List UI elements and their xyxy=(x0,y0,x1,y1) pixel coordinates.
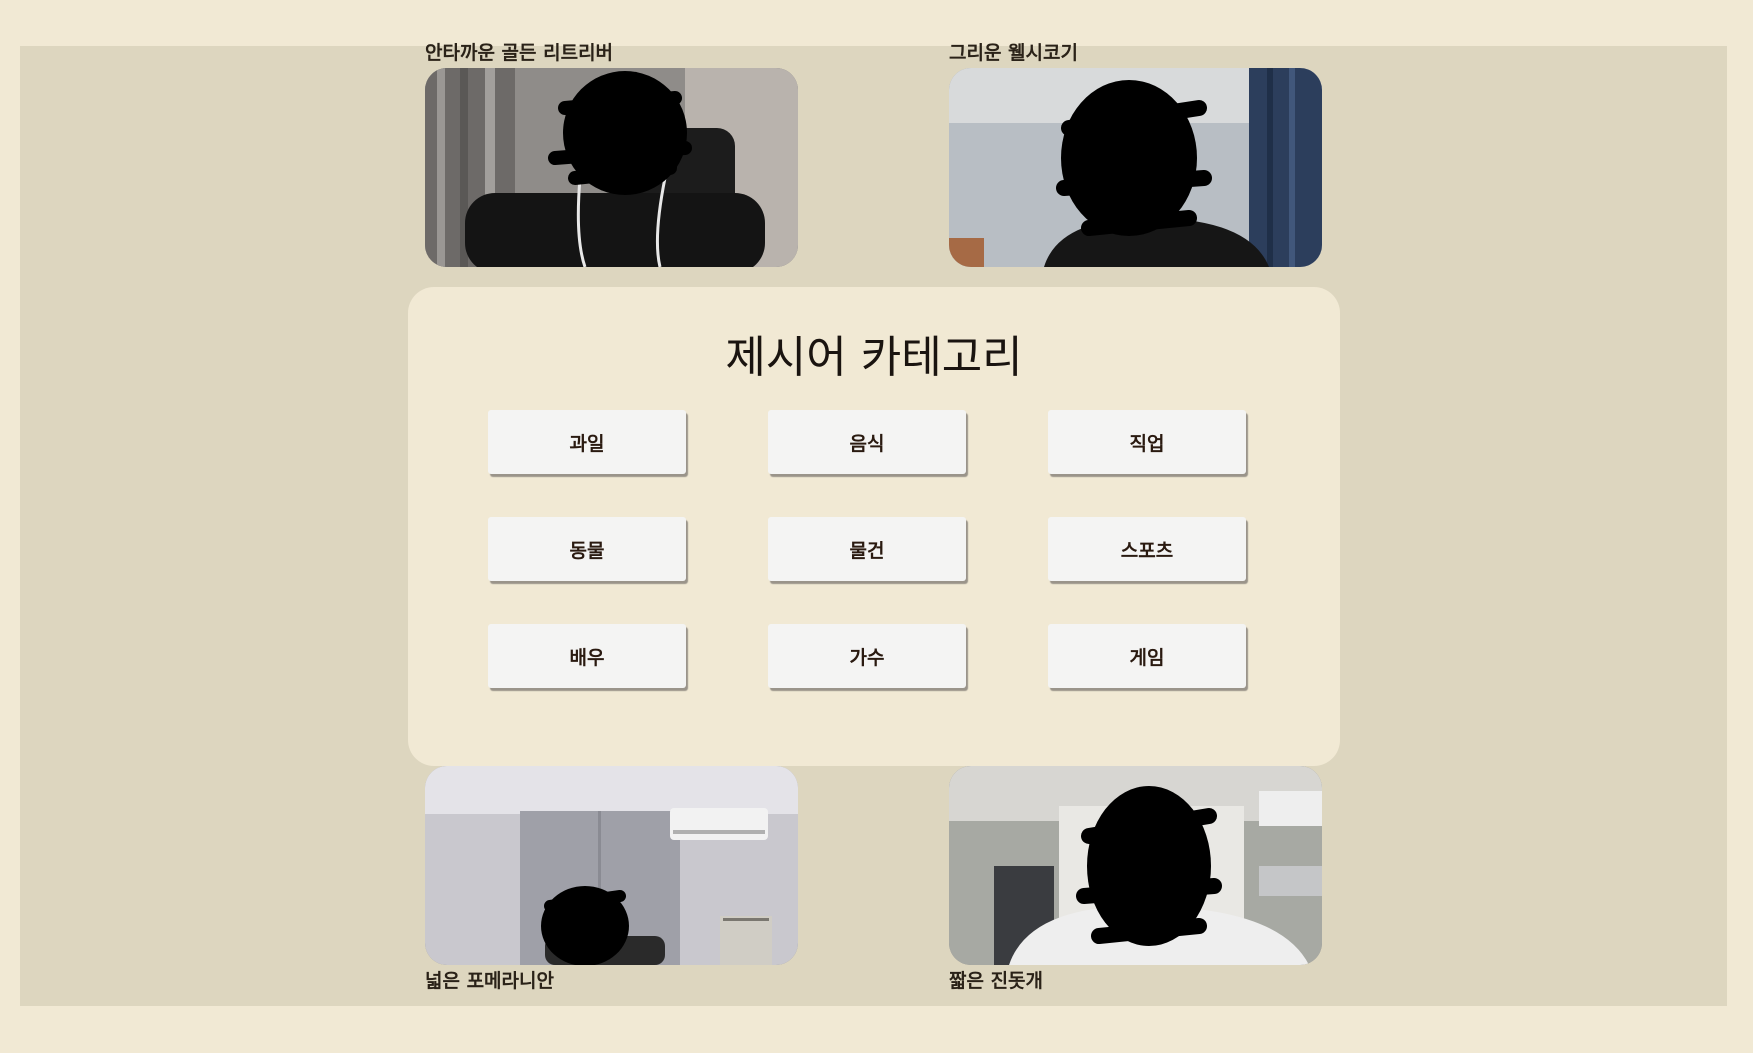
category-panel-title: 제시어 카테고리 xyxy=(725,332,1023,383)
category-button-job[interactable]: 직업 xyxy=(1048,410,1246,474)
category-button-object[interactable]: 물건 xyxy=(768,517,966,581)
category-panel: 제시어 카테고리 과일 음식 직업 동물 물건 스포츠 배우 가수 게임 xyxy=(408,287,1340,766)
category-button-fruit[interactable]: 과일 xyxy=(488,410,686,474)
video-feed-4 xyxy=(949,766,1322,965)
participant-video-4[interactable] xyxy=(949,766,1322,965)
participant-name-2: 그리운 웰시코기 xyxy=(949,42,1078,64)
participant-name-4: 짧은 진돗개 xyxy=(949,970,1044,992)
participant-video-2[interactable] xyxy=(949,68,1322,267)
participant-video-1[interactable] xyxy=(425,68,798,267)
category-button-food[interactable]: 음식 xyxy=(768,410,966,474)
participant-name-1: 안타까운 골든 리트리버 xyxy=(425,42,614,64)
video-feed-2 xyxy=(949,68,1322,267)
category-button-singer[interactable]: 가수 xyxy=(768,624,966,688)
video-feed-3 xyxy=(425,766,798,965)
category-button-actor[interactable]: 배우 xyxy=(488,624,686,688)
category-button-game[interactable]: 게임 xyxy=(1048,624,1246,688)
category-button-animal[interactable]: 동물 xyxy=(488,517,686,581)
category-button-sports[interactable]: 스포츠 xyxy=(1048,517,1246,581)
participant-video-3[interactable] xyxy=(425,766,798,965)
video-call-stage: 안타까운 골든 리트리버 그리운 웰시코기 제시어 카테고리 과일 음식 직업 … xyxy=(20,42,1727,1006)
participant-name-3: 넓은 포메라니안 xyxy=(425,970,554,992)
video-feed-1 xyxy=(425,68,798,267)
